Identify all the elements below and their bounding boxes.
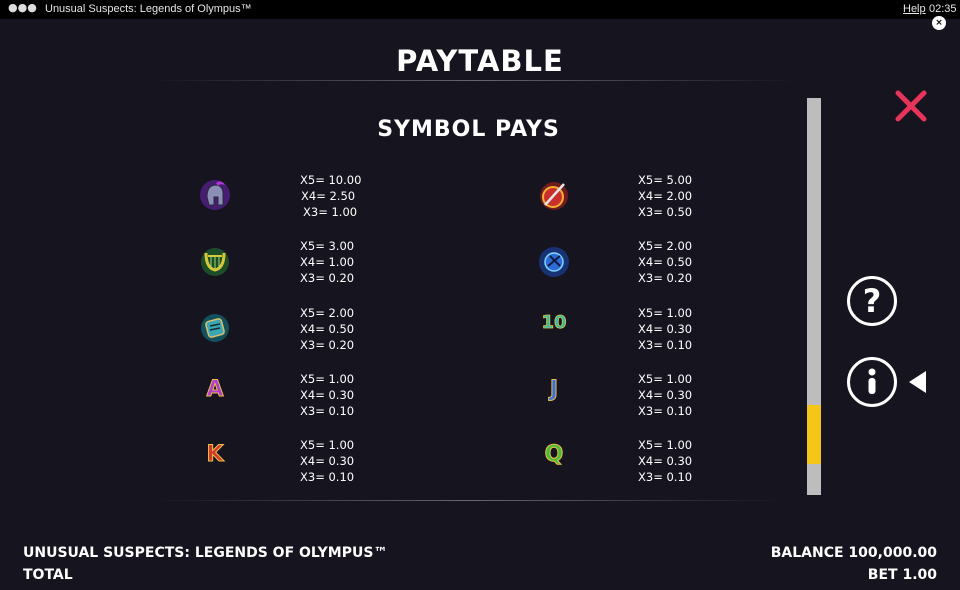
king-pays: X5= 1.00 X4= 0.30 X3= 0.10 — [300, 437, 354, 485]
pay-x5: X5= 10.00 — [300, 173, 362, 187]
queen-pays: X5= 1.00 X4= 0.30 X3= 0.10 — [638, 437, 692, 485]
spartan-helmet-icon — [197, 177, 233, 213]
pay-x5: X5= 1.00 — [638, 306, 693, 320]
mini-close-button[interactable]: × — [932, 16, 946, 30]
pay-x4: X4= 0.30 — [638, 322, 693, 336]
ten-card-label: 10 — [541, 312, 566, 333]
ten-card-icon: 10 — [536, 303, 572, 339]
pay-x5: X5= 1.00 — [300, 438, 355, 452]
trident-orb-icon — [536, 244, 572, 280]
info-icon — [868, 368, 876, 394]
lyre-pays: X5= 3.00 X4= 1.00 X3= 0.20 — [300, 238, 354, 286]
window-title: Unusual Suspects: Legends of Olympus™ — [45, 3, 252, 15]
lyre-icon — [197, 244, 233, 280]
pay-x4: X4= 1.00 — [300, 255, 355, 269]
top-divider — [150, 80, 800, 81]
scroll-book-icon — [197, 310, 233, 346]
pay-x3: X3= 0.10 — [300, 404, 355, 418]
pay-x3: X3= 0.10 — [638, 470, 693, 484]
pay-x3: X3= 0.50 — [638, 205, 693, 219]
king-card-label: K — [206, 442, 224, 467]
pay-x5: X5= 5.00 — [638, 173, 693, 187]
help-button[interactable]: ? — [847, 276, 897, 326]
scroll-pays: X5= 2.00 X4= 0.50 X3= 0.20 — [300, 305, 354, 353]
pay-x5: X5= 2.00 — [300, 306, 355, 320]
pay-x4: X4= 2.50 — [301, 189, 356, 203]
pay-x4: X4= 0.30 — [638, 388, 693, 402]
bottom-divider — [150, 500, 790, 501]
pay-x5: X5= 1.00 — [638, 438, 693, 452]
pay-x4: X4= 2.00 — [638, 189, 693, 203]
back-arrow-icon[interactable] — [909, 371, 926, 393]
shield-sword-icon — [536, 178, 572, 214]
jack-card-label: J — [548, 377, 558, 402]
pay-x5: X5= 1.00 — [300, 372, 355, 386]
page-title: PAYTABLE — [396, 44, 564, 78]
balance-display: BALANCE 100,000.00 — [771, 545, 937, 561]
shield-pays: X5= 5.00 X4= 2.00 X3= 0.50 — [638, 172, 692, 220]
pay-x4: X4= 0.50 — [638, 255, 693, 269]
bet-value: 1.00 — [902, 567, 937, 583]
pay-x3: X3= 0.20 — [300, 271, 355, 285]
pay-x4: X4= 0.30 — [300, 454, 355, 468]
queen-card-label: Q — [545, 442, 564, 467]
pay-x5: X5= 2.00 — [638, 239, 693, 253]
orb-pays: X5= 2.00 X4= 0.50 X3= 0.20 — [638, 238, 692, 286]
section-title: SYMBOL PAYS — [377, 117, 560, 142]
close-icon[interactable] — [894, 89, 928, 123]
pay-x5: X5= 1.00 — [638, 372, 693, 386]
help-link[interactable]: Help — [903, 3, 926, 15]
ace-card-icon: A — [197, 369, 233, 405]
jack-pays: X5= 1.00 X4= 0.30 X3= 0.10 — [638, 371, 692, 419]
pay-x3: X3= 0.20 — [300, 338, 355, 352]
jack-card-icon: J — [536, 369, 572, 405]
ten-pays: X5= 1.00 X4= 0.30 X3= 0.10 — [638, 305, 692, 353]
king-card-icon: K — [197, 434, 233, 470]
scrollbar-thumb[interactable] — [807, 405, 821, 464]
bet-display: BET 1.00 — [868, 567, 937, 583]
queen-card-icon: Q — [536, 434, 572, 470]
ace-card-label: A — [206, 377, 223, 402]
balance-label: BALANCE — [770, 545, 844, 561]
top-bar: ●●● Unusual Suspects: Legends of Olympus… — [0, 0, 960, 19]
pay-x3: X3= 0.20 — [638, 271, 693, 285]
pay-x3: X3= 0.10 — [300, 470, 355, 484]
game-name: UNUSUAL SUSPECTS: LEGENDS OF OLYMPUS™ — [23, 545, 388, 561]
question-icon: ? — [862, 282, 882, 320]
pay-x3: X3= 0.10 — [638, 404, 693, 418]
helmet-pays: X5= 10.00 X4= 2.50 X3= 1.00 — [300, 172, 361, 220]
pay-x5: X5= 3.00 — [300, 239, 355, 253]
pay-x3: X3= 0.10 — [638, 338, 693, 352]
menu-dots-icon[interactable]: ●●● — [8, 1, 37, 14]
clock: 02:35 — [929, 3, 957, 15]
pay-x3: X3= 1.00 — [303, 205, 358, 219]
pay-x4: X4= 0.50 — [300, 322, 355, 336]
total-label: TOTAL — [23, 567, 73, 583]
balance-value: 100,000.00 — [848, 545, 937, 561]
pay-x4: X4= 0.30 — [300, 388, 355, 402]
bet-label: BET — [867, 567, 898, 583]
info-button[interactable] — [847, 357, 897, 407]
ace-pays: X5= 1.00 X4= 0.30 X3= 0.10 — [300, 371, 354, 419]
pay-x4: X4= 0.30 — [638, 454, 693, 468]
